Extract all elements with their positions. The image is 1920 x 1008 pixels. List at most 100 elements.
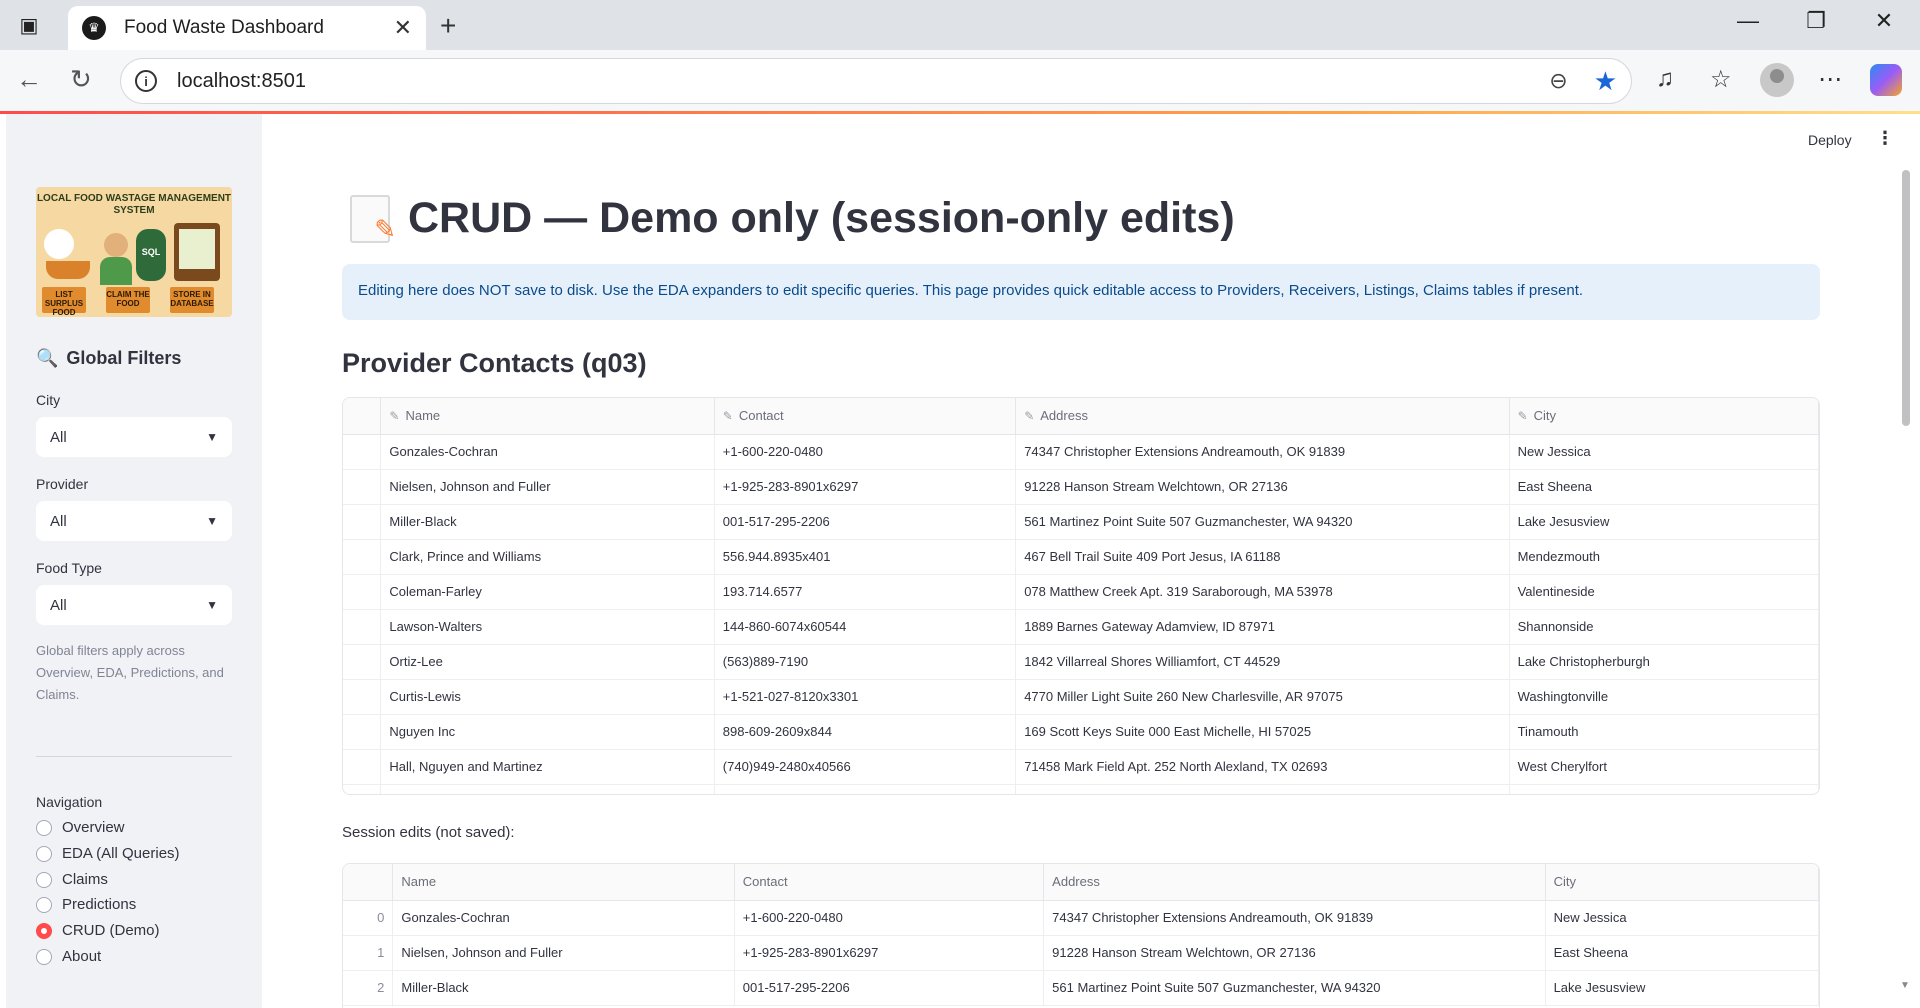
nav-item-predictions[interactable]: Predictions	[36, 896, 136, 913]
table-cell[interactable]: 91228 Hanson Stream Welchtown, OR 27136	[1015, 469, 1510, 505]
table-row[interactable]: Miller-Black 001-517-295-2206 561 Martinez…	[343, 504, 1819, 540]
table-cell[interactable]: Nguyen Inc	[380, 714, 715, 750]
nav-item-label[interactable]: Claims	[62, 871, 108, 888]
table-cell[interactable]: 144-860-6074x60544	[714, 609, 1017, 645]
table-row[interactable]: Hall, Nguyen and Martinez (740)949-2480x4…	[343, 749, 1819, 785]
nav-item-claims[interactable]: Claims	[36, 871, 108, 888]
row-selector[interactable]	[343, 434, 382, 470]
column-header-city[interactable]: ✎ City	[1509, 398, 1819, 435]
table-cell[interactable]: 74347 Christopher Extensions Andreamouth…	[1015, 434, 1510, 470]
table-cell[interactable]: Ortiz-Lee	[380, 644, 715, 680]
table-cell[interactable]: Gonzales-Cochran	[380, 434, 715, 470]
table-cell[interactable]: 561 Martinez Point Suite 507 Guzmanchest…	[1015, 504, 1510, 540]
nav-item-overview[interactable]: Overview	[36, 819, 125, 836]
table-cell[interactable]: 4770 Miller Light Suite 260 New Charlesv…	[1015, 679, 1510, 715]
table-row[interactable]: Gonzales-Cochran +1-600-220-0480 74347 Chr…	[343, 434, 1819, 470]
table-row[interactable]: Clark, Prince and Williams 556.944.8935x4…	[343, 539, 1819, 575]
page-scrollbar[interactable]	[1902, 170, 1910, 426]
table-cell[interactable]: Shannonside	[1509, 609, 1819, 645]
nav-item-about[interactable]: About	[36, 948, 101, 965]
table-cell[interactable]: +1-600-220-0480	[714, 434, 1017, 470]
table-cell[interactable]: Washingtonville	[1509, 679, 1819, 715]
table-cell[interactable]: 71458 Mark Field Apt. 252 North Alexland…	[1015, 749, 1510, 785]
food-type-filter-select[interactable]: All ▼	[36, 585, 232, 625]
table-cell[interactable]: 467 Bell Trail Suite 409 Port Jesus, IA …	[1015, 539, 1510, 575]
column-header-contact[interactable]: ✎ Contact	[714, 398, 1017, 435]
nav-item-label[interactable]: About	[62, 948, 101, 965]
table-cell[interactable]: 078 Matthew Creek Apt. 319 Saraborough, …	[1015, 574, 1510, 610]
table-cell[interactable]: Coleman-Farley	[380, 574, 715, 610]
table-cell[interactable]: East Sheena	[1509, 469, 1819, 505]
city-filter-select[interactable]: All ▼	[36, 417, 232, 457]
reload-icon[interactable]: ↻	[70, 64, 92, 95]
table-cell[interactable]: +1-521-027-8120x3301	[714, 679, 1017, 715]
table-row[interactable]: Coleman-Farley 193.714.6577 078 Matthew Cr…	[343, 574, 1819, 610]
favorite-star-icon[interactable]: ★	[1594, 66, 1617, 97]
table-cell[interactable]: 193.714.6577	[714, 574, 1017, 610]
table-cell[interactable]: (563)889-7190	[714, 644, 1017, 680]
provider-contacts-editor[interactable]: ✎ Name ✎ Contact ✎ Address ✎ City Gonzales-C…	[342, 397, 1820, 795]
column-header-name[interactable]: Name	[392, 864, 735, 901]
row-selector[interactable]	[343, 574, 382, 610]
zoom-out-icon[interactable]: ⊖	[1549, 68, 1567, 94]
row-selector[interactable]	[343, 539, 382, 575]
table-row[interactable]: Nguyen Inc 898-609-2609x844 169 Scott Keys…	[343, 714, 1819, 750]
table-cell[interactable]: Lawson-Walters	[380, 609, 715, 645]
restore-icon[interactable]: ❐	[1796, 8, 1836, 34]
nav-item-label[interactable]: Overview	[62, 819, 125, 836]
favorites-icon[interactable]: ☆	[1710, 65, 1732, 94]
radio-icon[interactable]	[36, 896, 52, 913]
nav-item-label[interactable]: CRUD (Demo)	[62, 922, 160, 939]
site-info-icon[interactable]: i	[135, 70, 157, 92]
scroll-down-icon[interactable]: ▼	[1900, 980, 1910, 991]
table-cell[interactable]: 1842 Villarreal Shores Williamfort, CT 4…	[1015, 644, 1510, 680]
tab-actions-icon[interactable]: ▣	[16, 12, 42, 38]
radio-icon[interactable]	[36, 948, 52, 965]
table-cell[interactable]: Lake Jesusview	[1509, 504, 1819, 540]
column-header-city[interactable]: City	[1545, 864, 1819, 901]
close-tab-icon[interactable]: ✕	[394, 15, 412, 41]
row-selector[interactable]	[343, 609, 382, 645]
radio-icon[interactable]	[36, 845, 52, 862]
table-cell[interactable]: Miller-Black	[380, 504, 715, 540]
table-cell[interactable]: Clark, Prince and Williams	[380, 539, 715, 575]
browser-tab[interactable]: ♛ Food Waste Dashboard ✕	[68, 6, 426, 50]
row-selector[interactable]	[343, 504, 382, 540]
table-row[interactable]: Curtis-Lewis +1-521-027-8120x3301 4770 Mil…	[343, 679, 1819, 715]
column-header-address[interactable]: ✎ Address	[1015, 398, 1510, 435]
table-row[interactable]: Lawson-Walters 144-860-6074x60544 1889 Bar…	[343, 609, 1819, 645]
table-cell[interactable]: 898-609-2609x844	[714, 714, 1017, 750]
row-selector[interactable]	[343, 644, 382, 680]
copilot-icon[interactable]	[1870, 64, 1902, 96]
new-tab-icon[interactable]: +	[440, 10, 456, 42]
minimize-icon[interactable]: —	[1728, 8, 1768, 34]
table-cell[interactable]: Nielsen, Johnson and Fuller	[380, 469, 715, 505]
table-cell[interactable]: 169 Scott Keys Suite 000 East Michelle, …	[1015, 714, 1510, 750]
nav-item-label[interactable]: EDA (All Queries)	[62, 845, 180, 862]
table-cell[interactable]: 1889 Barnes Gateway Adamview, ID 87971	[1015, 609, 1510, 645]
radio-icon[interactable]	[36, 871, 52, 888]
profile-avatar[interactable]	[1760, 63, 1794, 97]
table-cell[interactable]: Tinamouth	[1509, 714, 1819, 750]
row-selector[interactable]	[343, 469, 382, 505]
main-menu-icon[interactable]: ⋮	[1876, 128, 1894, 149]
url-bar[interactable]: i localhost:8501 ⊖ ★	[120, 58, 1632, 104]
media-icon[interactable]: ♫	[1656, 65, 1674, 93]
nav-item-crud[interactable]: CRUD (Demo)	[36, 922, 160, 939]
table-row[interactable]: Ortiz-Lee (563)889-7190 1842 Villarreal Sh…	[343, 644, 1819, 680]
row-selector[interactable]	[343, 679, 382, 715]
table-cell[interactable]: Valentineside	[1509, 574, 1819, 610]
table-cell[interactable]: Curtis-Lewis	[380, 679, 715, 715]
close-window-icon[interactable]: ✕	[1864, 8, 1904, 34]
column-header-name[interactable]: ✎ Name	[380, 398, 715, 435]
deploy-button[interactable]: Deploy	[1808, 132, 1852, 148]
column-header-address[interactable]: Address	[1043, 864, 1546, 901]
session-edits-table[interactable]: Name Contact Address City 0 Gonzales-Coch…	[342, 863, 1820, 1008]
radio-selected-icon[interactable]	[36, 922, 52, 939]
table-cell[interactable]: Hall, Nguyen and Martinez	[380, 749, 715, 785]
url-text[interactable]: localhost:8501	[177, 70, 1549, 93]
table-cell[interactable]: Lake Christopherburgh	[1509, 644, 1819, 680]
back-icon[interactable]: ←	[16, 64, 42, 95]
more-options-icon[interactable]: ⋯	[1818, 65, 1842, 94]
table-cell[interactable]: West Cherylfort	[1509, 749, 1819, 785]
